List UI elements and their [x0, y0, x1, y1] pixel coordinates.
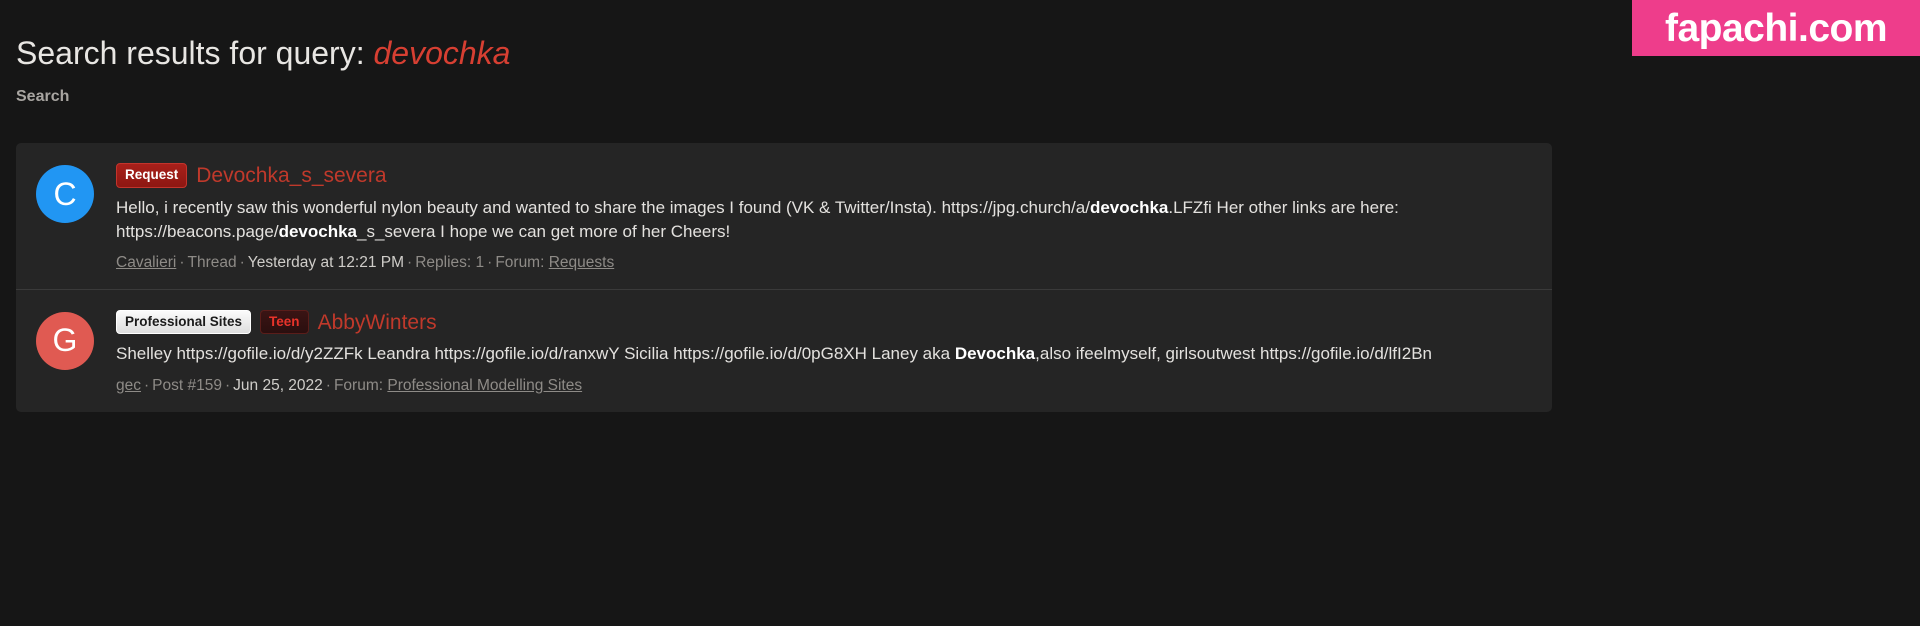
result-meta: gec · Post #159 · Jun 25, 2022 · Forum: Profes…	[116, 376, 1532, 396]
snippet-text: _s_severa I hope we can get more of her …	[357, 221, 731, 241]
page-title: Search results for query: devochka	[16, 35, 510, 72]
meta-separator: ·	[179, 253, 185, 271]
meta-separator: ·	[224, 376, 231, 394]
meta-author-link[interactable]: Cavalieri	[116, 254, 176, 271]
search-result-item[interactable]: G Professional Sites Teen AbbyWinters Shelle…	[16, 288, 1552, 412]
meta-forum-link[interactable]: Requests	[549, 254, 614, 271]
meta-author-link[interactable]: gec	[116, 377, 141, 394]
meta-replies: Replies: 1	[415, 253, 485, 271]
meta-separator: ·	[144, 376, 150, 394]
result-title-line: Request Devochka_s_severa	[116, 163, 1532, 188]
page-title-prefix: Search results for query:	[16, 35, 365, 72]
badge-prosites[interactable]: Professional Sites	[116, 309, 252, 335]
result-title-line: Professional Sites Teen AbbyWinters	[116, 309, 1532, 335]
meta-content-type: Post #159	[152, 376, 222, 394]
meta-forum-link[interactable]: Professional Modelling Sites	[387, 377, 582, 394]
result-title-link[interactable]: AbbyWinters	[318, 312, 437, 333]
badge-teen[interactable]: Teen	[260, 309, 309, 335]
meta-date: Yesterday at 12:21 PM	[247, 253, 405, 271]
snippet-highlight: Devochka	[954, 344, 1036, 364]
result-body: Professional Sites Teen AbbyWinters Shelley…	[116, 308, 1532, 396]
meta-separator: ·	[407, 253, 413, 271]
snippet-text: Shelley https://gofile.io/d/y2ZZFk Leand…	[116, 344, 955, 364]
page-title-query: devochka	[373, 35, 511, 72]
search-result-item[interactable]: C Request Devochka_s_severa Hello, i recent…	[16, 143, 1552, 289]
result-snippet: Shelley https://gofile.io/d/y2ZZFk Leand…	[116, 342, 1516, 366]
meta-forum-label: Forum:	[495, 253, 549, 271]
snippet-highlight: devochka	[278, 221, 357, 241]
meta-content-type: Thread	[187, 253, 237, 271]
snippet-text: Hello, i recently saw this wonderful nyl…	[116, 197, 1090, 217]
meta-separator: ·	[487, 253, 493, 271]
result-meta: Cavalieri · Thread · Yesterday at 12:21 PM · R…	[116, 253, 1532, 273]
result-body: Request Devochka_s_severa Hello, i recentl…	[116, 161, 1532, 273]
result-snippet: Hello, i recently saw this wonderful nyl…	[116, 196, 1516, 244]
snippet-highlight: devochka	[1089, 197, 1169, 217]
meta-forum-label: Forum:	[333, 376, 388, 394]
watermark-label: fapachi.com	[1664, 6, 1888, 50]
site-watermark: fapachi.com	[1632, 0, 1920, 56]
avatar[interactable]: G	[36, 311, 94, 370]
search-results-page: fapachi.com Search results for query: de…	[0, 0, 1920, 626]
meta-separator: ·	[325, 376, 331, 394]
breadcrumb-item-search[interactable]: Search	[16, 88, 69, 105]
avatar[interactable]: C	[36, 165, 94, 223]
badge-request[interactable]: Request	[116, 163, 188, 188]
search-results-list: C Request Devochka_s_severa Hello, i recent…	[16, 143, 1552, 412]
breadcrumb[interactable]: Search	[16, 88, 69, 106]
snippet-text: ,also ifeelmyself, girlsoutwest https://…	[1035, 344, 1432, 364]
meta-date: Jun 25, 2022	[233, 376, 323, 394]
result-title-link[interactable]: Devochka_s_severa	[196, 165, 386, 186]
meta-separator: ·	[239, 253, 245, 271]
